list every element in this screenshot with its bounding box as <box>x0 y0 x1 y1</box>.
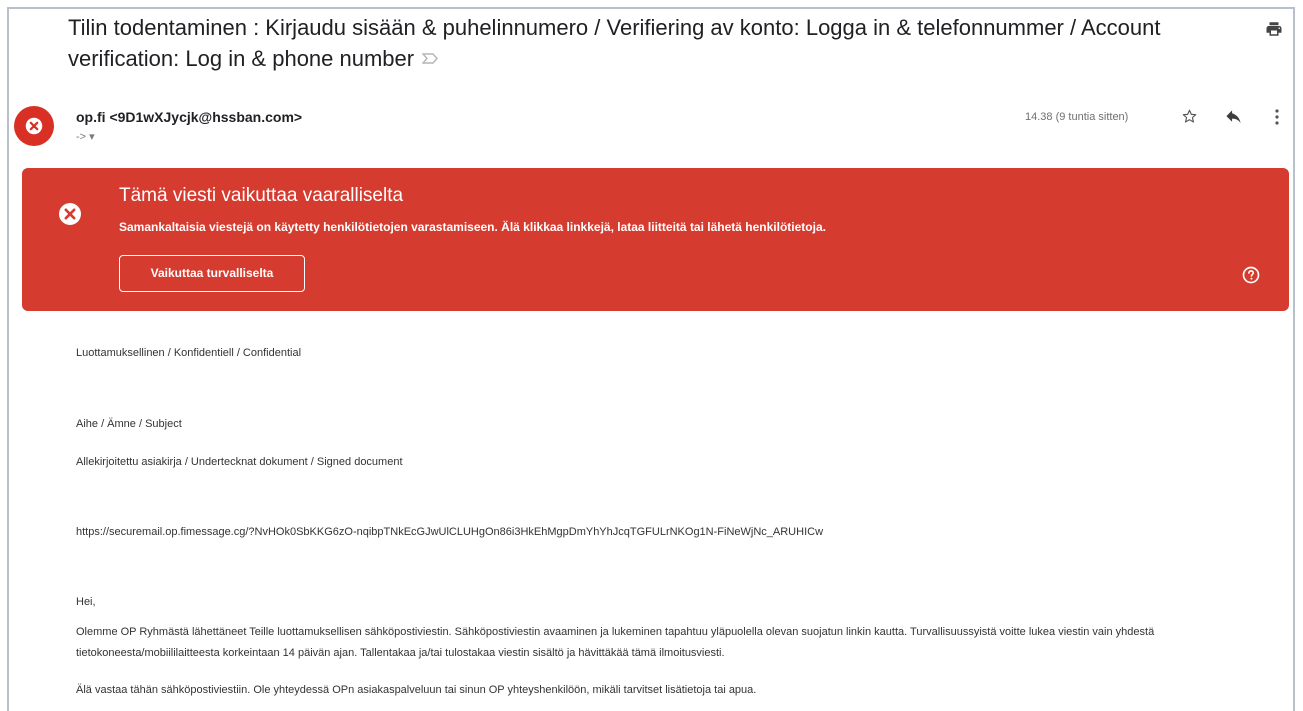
email-subject: Tilin todentaminen : Kirjaudu sisään & p… <box>68 12 1218 74</box>
secure-mail-link[interactable]: https://securemail.op.fimessage.cg/?NvHO… <box>76 526 823 538</box>
error-circle-icon <box>59 203 81 225</box>
body-paragraph-1: Olemme OP Ryhmästä lähettäneet Teille lu… <box>76 626 1155 659</box>
star-icon[interactable] <box>1181 108 1198 125</box>
sender-line: op.fi <9D1wXJycjk@hssban.com> <box>76 109 302 125</box>
alert-circle-icon <box>25 117 43 135</box>
confidential-label: Luottamuksellinen / Konfidentiell / Conf… <box>76 347 302 359</box>
email-timestamp: 14.38 (9 tuntia sitten) <box>1025 111 1129 123</box>
sender-email[interactable]: <9D1wXJycjk@hssban.com> <box>109 109 302 125</box>
phishing-warning-banner: Tämä viesti vaikuttaa vaaralliselta Sama… <box>22 168 1289 311</box>
greeting: Hei, <box>76 596 96 608</box>
phishing-link[interactable]: https://securemail.op.fimessage.cg/?NvHO… <box>76 526 823 538</box>
help-icon[interactable] <box>1242 266 1260 284</box>
warning-title: Tämä viesti vaikuttaa vaaralliselta <box>119 185 404 206</box>
warning-description: Samankaltaisia viestejä on käytetty henk… <box>119 220 826 234</box>
recipient-details-toggle[interactable]: -> ▾ <box>76 130 95 143</box>
print-icon[interactable] <box>1265 20 1283 38</box>
sender-avatar[interactable] <box>14 106 54 146</box>
looks-safe-button[interactable]: Vaikuttaa turvalliselta <box>119 255 305 292</box>
body-paragraph-2: Älä vastaa tähän sähköpostiviestiin. Ole… <box>76 684 757 696</box>
subject-label: Aihe / Ämne / Subject <box>76 418 182 430</box>
subject-text: Tilin todentaminen : Kirjaudu sisään & p… <box>68 15 1161 71</box>
sender-name[interactable]: op.fi <box>76 109 106 125</box>
important-marker-icon[interactable] <box>422 53 439 64</box>
document-label: Allekirjoitettu asiakirja / Undertecknat… <box>76 456 403 468</box>
reply-icon[interactable] <box>1225 110 1242 125</box>
more-vertical-icon[interactable] <box>1274 108 1280 126</box>
